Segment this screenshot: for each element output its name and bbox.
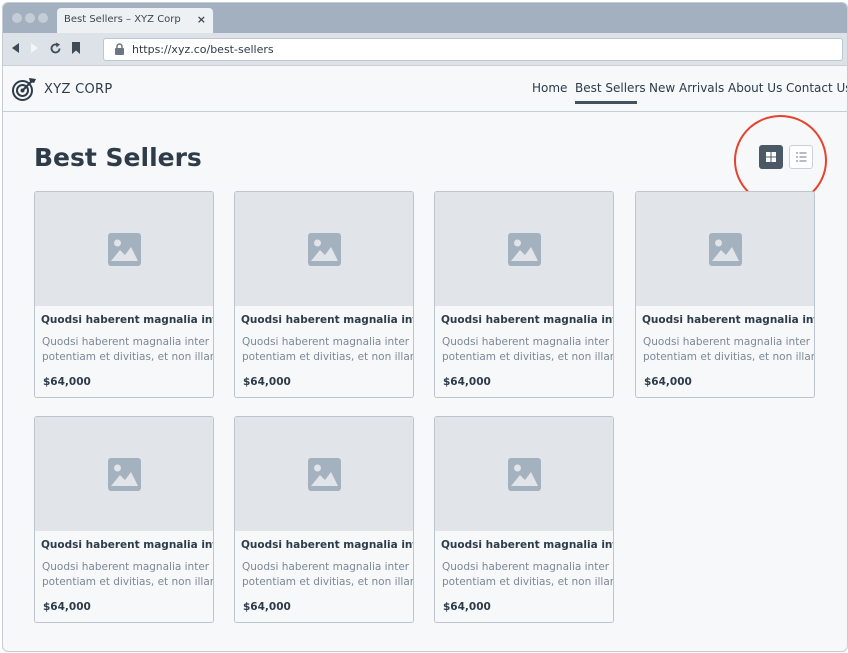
product-price: $64,000: [443, 601, 491, 613]
window-minimize-dot[interactable]: [25, 13, 35, 23]
product-name: Quodsi haberent magnalia inter: [441, 539, 614, 551]
product-card[interactable]: Quodsi haberent magnalia inter Quodsi ha…: [234, 191, 414, 398]
product-description-line: potentiam et divitias, et non illam: [643, 351, 815, 363]
reload-icon[interactable]: [49, 42, 62, 55]
product-name: Quodsi haberent magnalia inter: [41, 314, 214, 326]
browser-tab[interactable]: Best Sellers – XYZ Corp ×: [57, 8, 213, 33]
tab-title: Best Sellers – XYZ Corp: [64, 14, 181, 25]
product-description: Quodsi haberent magnalia inter potentiam …: [242, 560, 414, 590]
target-logo-icon[interactable]: [12, 77, 36, 101]
site-header: XYZ CORP Home Best Sellers New Arrivals …: [3, 66, 847, 112]
product-price: $64,000: [243, 376, 291, 388]
product-description-line: potentiam et divitias, et non illam: [42, 351, 214, 363]
forward-icon[interactable]: [30, 42, 40, 54]
image-icon: [108, 458, 141, 491]
product-price: $64,000: [243, 601, 291, 613]
product-image-placeholder: [636, 192, 814, 306]
brand-name[interactable]: XYZ CORP: [44, 82, 112, 97]
product-description-line: potentiam et divitias, et non illam: [442, 351, 614, 363]
product-price: $64,000: [43, 601, 91, 613]
product-image-placeholder: [435, 417, 613, 531]
product-image-placeholder: [235, 192, 413, 306]
product-image-placeholder: [235, 417, 413, 531]
browser-toolbar: https://xyz.co/best-sellers: [3, 33, 847, 66]
nav-home[interactable]: Home: [532, 81, 567, 95]
back-icon[interactable]: [10, 42, 20, 54]
page-title: Best Sellers: [34, 143, 202, 172]
url-text: https://xyz.co/best-sellers: [132, 43, 274, 56]
product-image-placeholder: [435, 192, 613, 306]
image-icon: [308, 233, 341, 266]
product-name: Quodsi haberent magnalia inter: [441, 314, 614, 326]
product-description: Quodsi haberent magnalia inter potentiam …: [42, 335, 214, 365]
product-card[interactable]: Quodsi haberent magnalia inter Quodsi ha…: [635, 191, 815, 398]
lock-icon: [115, 43, 124, 55]
product-card[interactable]: Quodsi haberent magnalia inter Quodsi ha…: [34, 416, 214, 623]
product-description: Quodsi haberent magnalia inter potentiam …: [442, 560, 614, 590]
product-description-line: Quodsi haberent magnalia inter: [442, 561, 610, 573]
image-icon: [508, 233, 541, 266]
window-maximize-dot[interactable]: [38, 13, 48, 23]
bookmark-icon[interactable]: [71, 42, 81, 54]
nav-active-indicator: [575, 101, 637, 104]
product-name: Quodsi haberent magnalia inter: [241, 314, 414, 326]
window-close-dot[interactable]: [12, 13, 22, 23]
image-icon: [508, 458, 541, 491]
product-price: $64,000: [43, 376, 91, 388]
product-card[interactable]: Quodsi haberent magnalia inter Quodsi ha…: [434, 416, 614, 623]
image-icon: [308, 458, 341, 491]
product-card[interactable]: Quodsi haberent magnalia inter Quodsi ha…: [234, 416, 414, 623]
address-bar[interactable]: https://xyz.co/best-sellers: [103, 38, 843, 61]
product-price: $64,000: [443, 376, 491, 388]
product-description-line: Quodsi haberent magnalia inter: [242, 561, 410, 573]
image-icon: [709, 233, 742, 266]
product-card[interactable]: Quodsi haberent magnalia inter Quodsi ha…: [34, 191, 214, 398]
product-description-line: Quodsi haberent magnalia inter: [643, 336, 811, 348]
product-description-line: Quodsi haberent magnalia inter: [442, 336, 610, 348]
product-name: Quodsi haberent magnalia inter: [642, 314, 815, 326]
product-description: Quodsi haberent magnalia inter potentiam …: [42, 560, 214, 590]
browser-window: Best Sellers – XYZ Corp × https://xyz.co…: [2, 2, 848, 652]
product-description-line: potentiam et divitias, et non illam: [42, 576, 214, 588]
product-description: Quodsi haberent magnalia inter potentiam …: [242, 335, 414, 365]
product-description-line: Quodsi haberent magnalia inter: [42, 336, 210, 348]
product-description: Quodsi haberent magnalia inter potentiam …: [643, 335, 815, 365]
title-bar: Best Sellers – XYZ Corp ×: [3, 3, 847, 33]
nav-about-us[interactable]: About Us: [728, 81, 782, 95]
product-description-line: potentiam et divitias, et non illam: [242, 576, 414, 588]
product-image-placeholder: [35, 417, 213, 531]
nav-contact-us[interactable]: Contact Us: [786, 81, 847, 95]
product-name: Quodsi haberent magnalia inter: [241, 539, 414, 551]
nav-best-sellers[interactable]: Best Sellers: [575, 81, 646, 95]
product-description-line: potentiam et divitias, et non illam: [442, 576, 614, 588]
product-card[interactable]: Quodsi haberent magnalia inter Quodsi ha…: [434, 191, 614, 398]
product-description-line: potentiam et divitias, et non illam: [242, 351, 414, 363]
product-name: Quodsi haberent magnalia inter: [41, 539, 214, 551]
product-price: $64,000: [644, 376, 692, 388]
product-description-line: Quodsi haberent magnalia inter: [42, 561, 210, 573]
product-description-line: Quodsi haberent magnalia inter: [242, 336, 410, 348]
tab-close-icon[interactable]: ×: [197, 13, 206, 26]
product-description: Quodsi haberent magnalia inter potentiam …: [442, 335, 614, 365]
image-icon: [108, 233, 141, 266]
product-image-placeholder: [35, 192, 213, 306]
nav-new-arrivals[interactable]: New Arrivals: [649, 81, 724, 95]
